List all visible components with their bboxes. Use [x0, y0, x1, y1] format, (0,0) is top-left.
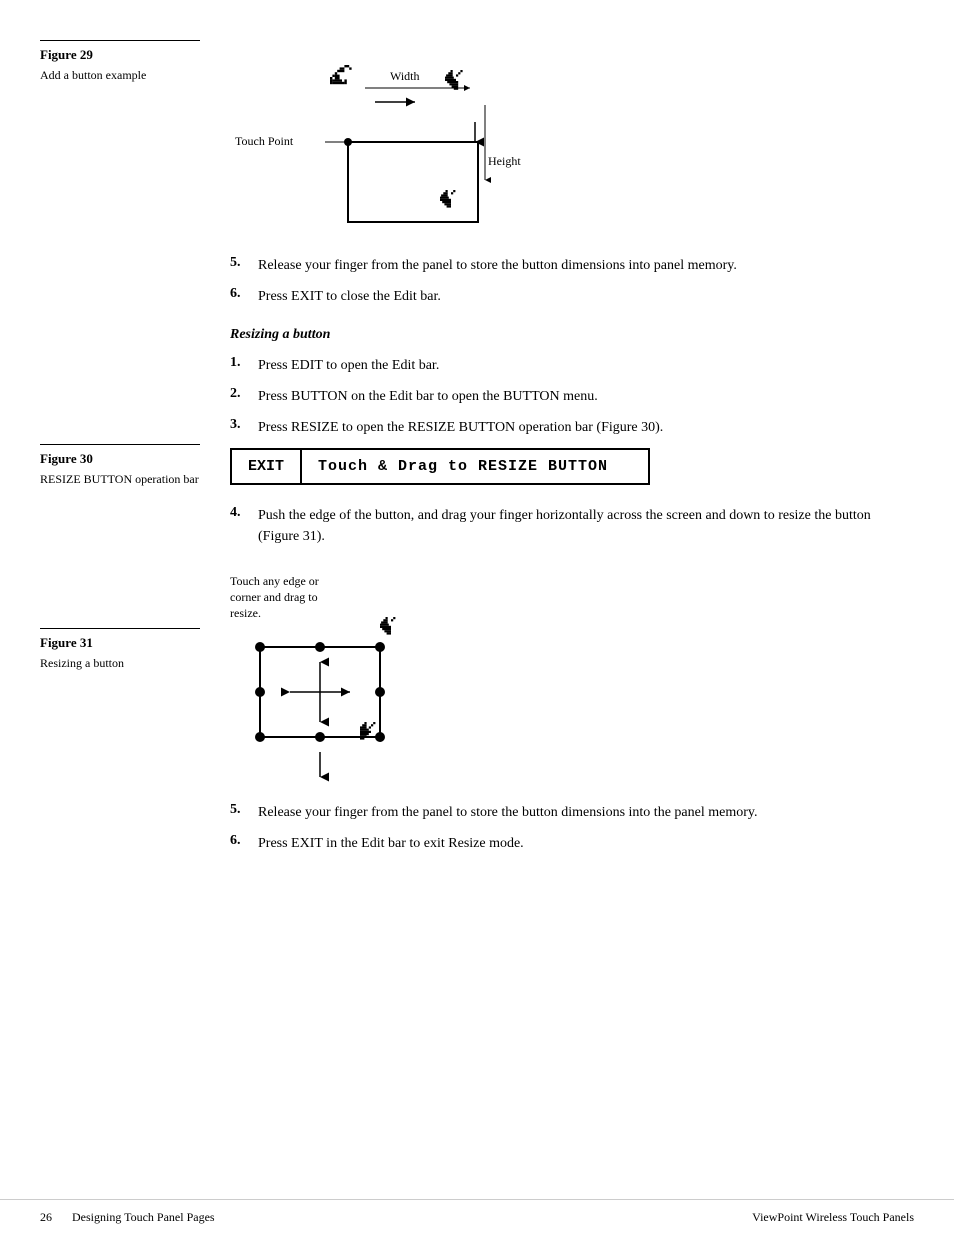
step-6-before-text: Press EXIT to close the Edit bar.	[258, 286, 441, 307]
steps-before-resize: 5. Release your finger from the panel to…	[230, 255, 904, 307]
step-6-before-num: 6.	[230, 286, 258, 302]
svg-text:Width: Width	[390, 69, 420, 83]
page-number: 26	[40, 1210, 52, 1225]
figure30-block: Figure 30 RESIZE BUTTON operation bar	[40, 444, 200, 488]
step-5-before-num: 5.	[230, 255, 258, 271]
footer-right-text: ViewPoint Wireless Touch Panels	[752, 1210, 914, 1225]
resize-step-3-text: Press RESIZE to open the RESIZE BUTTON o…	[258, 417, 663, 438]
right-column: Touch Point Width Height	[220, 40, 954, 1139]
operation-bar: EXIT Touch & Drag to RESIZE BUTTON	[230, 448, 650, 485]
resize-step-1-num: 1.	[230, 355, 258, 371]
step-5-after-text: Release your finger from the panel to st…	[258, 802, 757, 823]
figure31-label: Figure 31	[40, 628, 200, 651]
resize-step-2: 2. Press BUTTON on the Edit bar to open …	[230, 386, 904, 407]
svg-text:Height: Height	[488, 154, 521, 168]
resize-step-1-text: Press EDIT to open the Edit bar.	[258, 355, 439, 376]
op-exit: EXIT	[232, 450, 302, 483]
page: Figure 29 Add a button example Figure 30…	[0, 0, 954, 1235]
svg-text:corner and drag to: corner and drag to	[230, 590, 318, 604]
figure30-desc: RESIZE BUTTON operation bar	[40, 471, 200, 488]
resizing-section-title: Resizing a button	[230, 327, 904, 343]
step-6-before: 6. Press EXIT to close the Edit bar.	[230, 286, 904, 307]
figure29-label: Figure 29	[40, 40, 200, 63]
content-area: Figure 29 Add a button example Figure 30…	[0, 0, 954, 1199]
step-6-after-num: 6.	[230, 833, 258, 849]
step-6-after: 6. Press EXIT in the Edit bar to exit Re…	[230, 833, 904, 854]
resize-step-4: 4. Push the edge of the button, and drag…	[230, 505, 904, 547]
resize-step-4-num: 4.	[230, 505, 258, 521]
figure29-svg: Touch Point Width Height	[230, 50, 570, 240]
footer-left: 26 Designing Touch Panel Pages	[40, 1210, 215, 1225]
figure31-diagram: Touch any edge or corner and drag to res…	[230, 567, 904, 792]
resizing-steps: 1. Press EDIT to open the Edit bar. 2. P…	[230, 355, 904, 438]
figure31-block: Figure 31 Resizing a button	[40, 628, 200, 672]
resize-step-2-text: Press BUTTON on the Edit bar to open the…	[258, 386, 598, 407]
footer-left-text: Designing Touch Panel Pages	[72, 1210, 215, 1225]
steps-after-resize: 5. Release your finger from the panel to…	[230, 802, 904, 854]
op-text: Touch & Drag to RESIZE BUTTON	[302, 450, 624, 483]
svg-text:Touch any edge or: Touch any edge or	[230, 574, 319, 588]
resize-step-1: 1. Press EDIT to open the Edit bar.	[230, 355, 904, 376]
resize-step-2-num: 2.	[230, 386, 258, 402]
svg-text:resize.: resize.	[230, 606, 261, 620]
step-6-after-text: Press EXIT in the Edit bar to exit Resiz…	[258, 833, 524, 854]
resize-step-4-text: Push the edge of the button, and drag yo…	[258, 505, 904, 547]
figure30-label: Figure 30	[40, 444, 200, 467]
figure31-svg: Touch any edge or corner and drag to res…	[230, 567, 550, 787]
figure29-diagram: Touch Point Width Height	[230, 50, 904, 245]
figure29-block: Figure 29 Add a button example	[40, 40, 200, 84]
step-5-before-text: Release your finger from the panel to st…	[258, 255, 737, 276]
step-5-after: 5. Release your finger from the panel to…	[230, 802, 904, 823]
left-column: Figure 29 Add a button example Figure 30…	[0, 40, 220, 1139]
resize-step-3: 3. Press RESIZE to open the RESIZE BUTTO…	[230, 417, 904, 438]
figure31-desc: Resizing a button	[40, 655, 200, 672]
step-5-before: 5. Release your finger from the panel to…	[230, 255, 904, 276]
step-5-after-num: 5.	[230, 802, 258, 818]
figure29-desc: Add a button example	[40, 67, 200, 84]
svg-text:Touch Point: Touch Point	[235, 134, 294, 148]
resize-step-3-num: 3.	[230, 417, 258, 433]
page-footer: 26 Designing Touch Panel Pages ViewPoint…	[0, 1199, 954, 1235]
